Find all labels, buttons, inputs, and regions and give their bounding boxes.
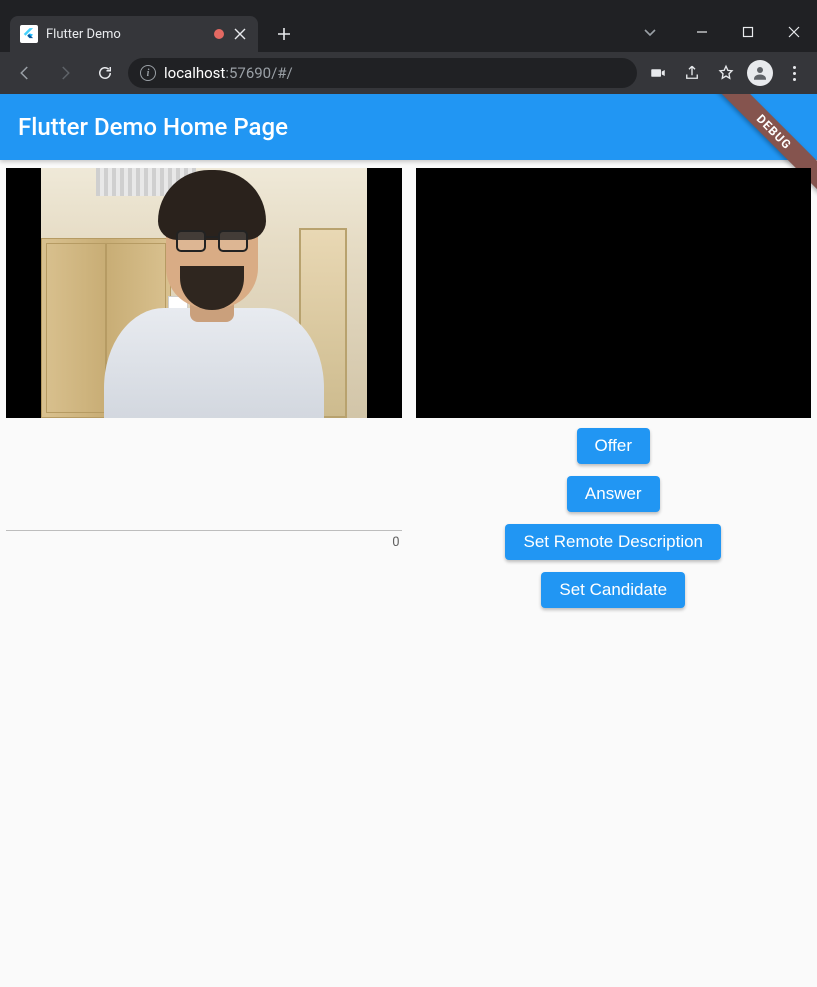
window-minimize-button[interactable] [679,16,725,48]
site-info-icon[interactable]: i [140,65,156,81]
set-remote-description-button[interactable]: Set Remote Description [505,524,721,560]
share-button[interactable] [677,58,707,88]
right-column: Offer Answer Set Remote Description Set … [416,168,812,608]
browser-toolbar: i localhost:57690/#/ [0,52,817,94]
browser-tab-active[interactable]: Flutter Demo [10,16,258,52]
page-title: Flutter Demo Home Page [18,113,288,141]
avatar-icon [747,60,773,86]
window-controls [679,12,817,52]
nav-back-button[interactable] [8,56,42,90]
url-text: localhost:57690/#/ [164,64,293,82]
app-page: Flutter Demo Home Page DEBUG [0,94,817,987]
left-column: 0 [6,168,402,608]
offer-button[interactable]: Offer [577,428,650,464]
answer-button[interactable]: Answer [567,476,660,512]
tab-search-button[interactable] [643,24,657,43]
tab-title: Flutter Demo [46,27,206,42]
textfield-counter: 0 [6,535,402,550]
nav-forward-button[interactable] [48,56,82,90]
set-candidate-button[interactable]: Set Candidate [541,572,685,608]
window-close-button[interactable] [771,16,817,48]
new-tab-button[interactable] [270,20,298,48]
nav-reload-button[interactable] [88,56,122,90]
address-bar[interactable]: i localhost:57690/#/ [128,58,637,88]
local-video-view [6,168,402,418]
window-maximize-button[interactable] [725,16,771,48]
recording-indicator-icon [214,29,224,39]
window-titlebar [0,0,817,12]
remote-video-view [416,168,812,418]
profile-button[interactable] [745,58,775,88]
tab-close-button[interactable] [232,26,248,42]
tab-strip: Flutter Demo [0,12,817,52]
main-content: 0 Offer Answer Set Remote Description Se… [0,160,817,616]
app-bar: Flutter Demo Home Page [0,94,817,160]
flutter-favicon-icon [20,25,38,43]
browser-menu-button[interactable] [779,58,809,88]
sdp-text-field[interactable]: 0 [6,530,402,550]
url-path: :57690/#/ [225,64,292,82]
bookmark-button[interactable] [711,58,741,88]
url-host: localhost [164,64,225,82]
textfield-underline [6,530,402,531]
button-stack: Offer Answer Set Remote Description Set … [416,428,812,608]
camera-indicator-icon[interactable] [643,58,673,88]
